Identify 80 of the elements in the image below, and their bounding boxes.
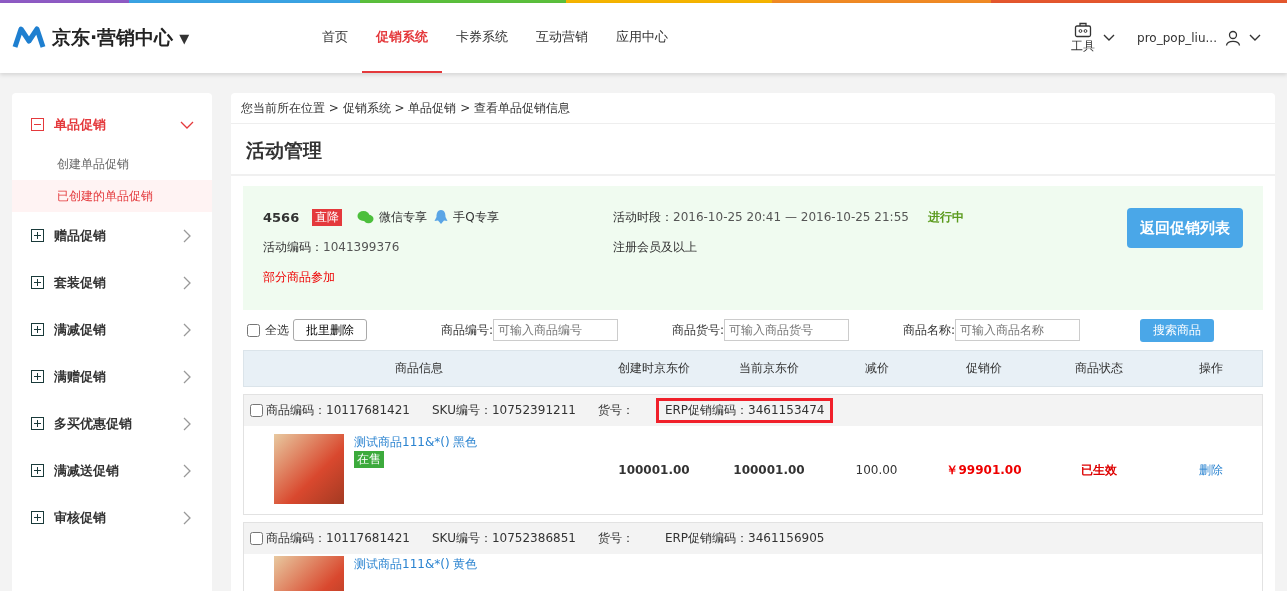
plus-square-icon: [31, 323, 44, 336]
erp-code: ERP促销编码：3461156905: [663, 530, 826, 547]
checkbox[interactable]: [247, 323, 260, 337]
sidebar-group[interactable]: 满减促销: [12, 306, 212, 353]
page-title: 活动管理: [231, 124, 1275, 176]
penguin-icon: [434, 209, 449, 225]
item-number: 货号：: [597, 530, 634, 547]
table-cell-text: ￥99901.00: [945, 461, 1023, 479]
filter-label: 商品编号:: [441, 321, 494, 339]
sidebar-group[interactable]: 单品促销: [12, 101, 212, 148]
checkbox[interactable]: [250, 404, 263, 417]
product-code: 商品编码：10117681421: [266, 530, 410, 547]
column-header: 促销价: [965, 360, 1003, 377]
chat-bubbles-icon: [357, 210, 375, 224]
item-number: 货号：: [597, 402, 634, 419]
chevron-down-icon[interactable]: [1249, 34, 1261, 42]
input-field[interactable]: 可输入商品编号: [493, 319, 619, 341]
nav-tab[interactable]: 卡券系统: [442, 3, 522, 73]
nav-tab[interactable]: 首页: [308, 3, 362, 73]
sidebar-group[interactable]: 满减送促销: [12, 447, 212, 494]
plus-square-icon: [31, 229, 44, 242]
sidebar-item[interactable]: 创建单品促销: [12, 148, 212, 180]
nav-tab[interactable]: 互动营销: [522, 3, 602, 73]
logo-text: 京东·营销中心: [52, 25, 174, 50]
chevron-down-icon[interactable]: [1103, 34, 1116, 42]
table-cell-text: 100001.00: [732, 463, 806, 477]
column-header: 创建时京东价: [617, 360, 691, 377]
plus-square-icon: [31, 417, 44, 430]
activity-period: 活动时段：2016-10-25 20:41 — 2016-10-25 21:55: [613, 208, 909, 226]
nav-tab[interactable]: 应用中心: [602, 3, 682, 73]
nav-tab[interactable]: 促销系统: [362, 3, 442, 73]
tools-label[interactable]: 工具: [1071, 37, 1096, 55]
scope-note: 部分商品参加: [263, 268, 335, 286]
dropdown-caret[interactable]: ▼: [179, 30, 190, 46]
minus-square-icon: [31, 118, 44, 131]
sidebar-group[interactable]: 满赠促销: [12, 353, 212, 400]
sidebar-group[interactable]: 审核促销: [12, 494, 212, 541]
product-link[interactable]: 测试商品111&*() 黑色: [354, 434, 478, 451]
username[interactable]: pro_pop_liu...: [1137, 31, 1217, 45]
tag: 直降: [312, 208, 343, 226]
checkbox[interactable]: [250, 532, 263, 545]
plus-square-icon: [31, 276, 44, 289]
table-cell-text: 已生效: [1080, 461, 1118, 479]
filter-label: 商品货号:: [672, 321, 725, 339]
sidebar-group[interactable]: 多买优惠促销: [12, 400, 212, 447]
activity-id: 4566: [263, 209, 300, 225]
column-header: 商品信息: [394, 360, 444, 377]
plus-square-icon: [31, 370, 44, 383]
column-header: 商品状态: [1074, 360, 1124, 377]
sku-number: SKU编号：10752386851: [432, 530, 576, 547]
column-header: 减价: [863, 360, 890, 377]
table-cell-text: 100001.00: [617, 463, 691, 477]
status-tag: 在售: [354, 451, 384, 468]
channel-label: 微信专享: [379, 208, 428, 226]
member-level: 注册会员及以上: [613, 238, 697, 256]
input-field[interactable]: 可输入商品货号: [724, 319, 850, 341]
erp-code: ERP促销编码：3461153474: [655, 398, 834, 423]
batch-delete-button[interactable]: 批里删除: [293, 319, 367, 341]
toolbox-icon[interactable]: [1074, 21, 1093, 38]
user-icon[interactable]: [1225, 30, 1241, 46]
input-field[interactable]: 可输入商品名称: [955, 319, 1081, 341]
table-cell-text: 100.00: [854, 463, 899, 477]
plus-square-icon: [31, 511, 44, 524]
channel-label: 手Q专享: [453, 208, 499, 226]
activity-status: 进行中: [927, 208, 964, 226]
sidebar-group[interactable]: 套装促销: [12, 259, 212, 306]
sku-number: SKU编号：10752391211: [432, 402, 576, 419]
select-all-label[interactable]: 全选: [265, 321, 289, 339]
plus-square-icon: [31, 464, 44, 477]
sidebar-item[interactable]: 已创建的单品促销: [12, 180, 212, 212]
sidebar-group[interactable]: 赠品促销: [12, 212, 212, 259]
delete-link[interactable]: 删除: [1159, 461, 1262, 479]
product-link[interactable]: 测试商品111&*() 黄色: [354, 556, 478, 573]
product-code: 商品编码：10117681421: [266, 402, 410, 419]
column-header: 操作: [1197, 360, 1224, 377]
breadcrumb: 您当前所在位置 > 促销系统 > 单品促销 > 查看单品促销信息: [231, 93, 1275, 124]
column-header: 当前京东价: [738, 360, 800, 377]
activity-code: 活动编码：1041399376: [263, 238, 400, 256]
photo-placeholder: [274, 434, 344, 504]
filter-label: 商品名称:: [903, 321, 956, 339]
